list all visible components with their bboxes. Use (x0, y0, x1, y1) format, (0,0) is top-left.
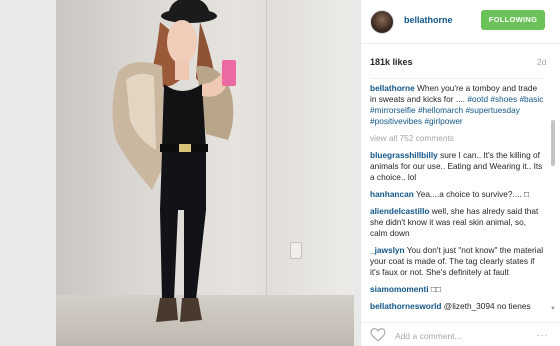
comment-user[interactable]: hanhancan (370, 189, 414, 199)
mirror-selfie-figure (112, 0, 236, 322)
username[interactable]: bellathorne (404, 15, 453, 25)
comment-bar: Add a comment... ... (361, 322, 560, 346)
post-photo[interactable] (56, 0, 354, 346)
comment-user[interactable]: bluegrasshillbilly (370, 150, 438, 160)
view-all-comments-link[interactable]: view all 752 comments (370, 133, 544, 143)
comment-user[interactable]: aliendelcastillo (370, 206, 429, 216)
following-button[interactable]: FOLLOWING (481, 10, 545, 30)
post-age[interactable]: 2d (537, 57, 546, 67)
avatar[interactable] (370, 10, 394, 34)
comment-text: □□ (430, 284, 441, 294)
post-details-panel: bellathorne FOLLOWING 181k likes 2d bell… (360, 0, 560, 346)
add-comment-input[interactable]: Add a comment... (395, 331, 462, 341)
post-header: bellathorne FOLLOWING (361, 0, 560, 44)
caption-user[interactable]: bellathorne (370, 83, 415, 93)
comment-user[interactable]: siamomomenti (370, 284, 429, 294)
heart-icon[interactable] (370, 328, 386, 342)
list-item: aliendelcastillo well, she has alredy sa… (370, 206, 544, 239)
comment-user[interactable]: _jawslyn (370, 245, 405, 255)
caption: bellathorne When you're a tomboy and tra… (370, 83, 544, 127)
comment-user[interactable]: bellathornesworld (370, 301, 441, 311)
list-item: hanhancan Yea....a choice to survive?...… (370, 189, 544, 200)
scroll-down-arrow-icon[interactable]: ▼ (550, 306, 556, 312)
list-item: bellathornesworld @lizeth_3094 no tienes… (370, 301, 544, 314)
comments-list[interactable]: bellathorne When you're a tomboy and tra… (370, 78, 544, 314)
comments-scrollbar[interactable] (551, 120, 555, 166)
list-item: _jawslyn You don't just "not know" the m… (370, 245, 544, 278)
likes-count[interactable]: 181k likes (370, 57, 413, 67)
more-options-icon[interactable]: ... (537, 328, 548, 339)
comment-text: Yea....a choice to survive?.... □ (415, 189, 530, 199)
list-item: siamomomenti □□ (370, 284, 544, 295)
instagram-post-view: bellathorne FOLLOWING 181k likes 2d bell… (0, 0, 560, 346)
list-item: bluegrasshillbilly sure I can.. It's the… (370, 150, 544, 183)
